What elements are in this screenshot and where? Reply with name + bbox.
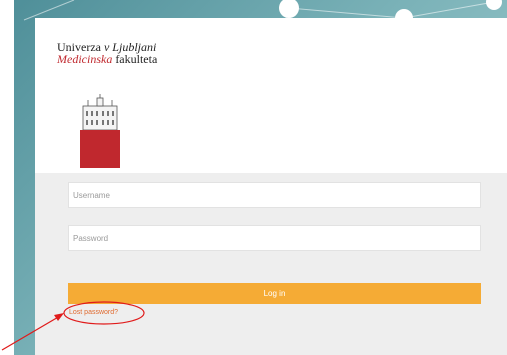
logo-line-2: Medicinska fakulteta <box>57 53 157 65</box>
logo-medicinska: Medicinska <box>57 52 113 66</box>
university-logo-text: Univerza v Ljubljani Medicinska fakultet… <box>57 41 157 65</box>
lost-password-link[interactable]: Lost password? <box>69 309 118 316</box>
login-button[interactable]: Log in <box>68 283 481 304</box>
logo-fakulteta: fakulteta <box>112 52 158 66</box>
university-crest-icon <box>80 94 120 168</box>
password-input[interactable] <box>68 225 481 251</box>
username-input[interactable] <box>68 182 481 208</box>
